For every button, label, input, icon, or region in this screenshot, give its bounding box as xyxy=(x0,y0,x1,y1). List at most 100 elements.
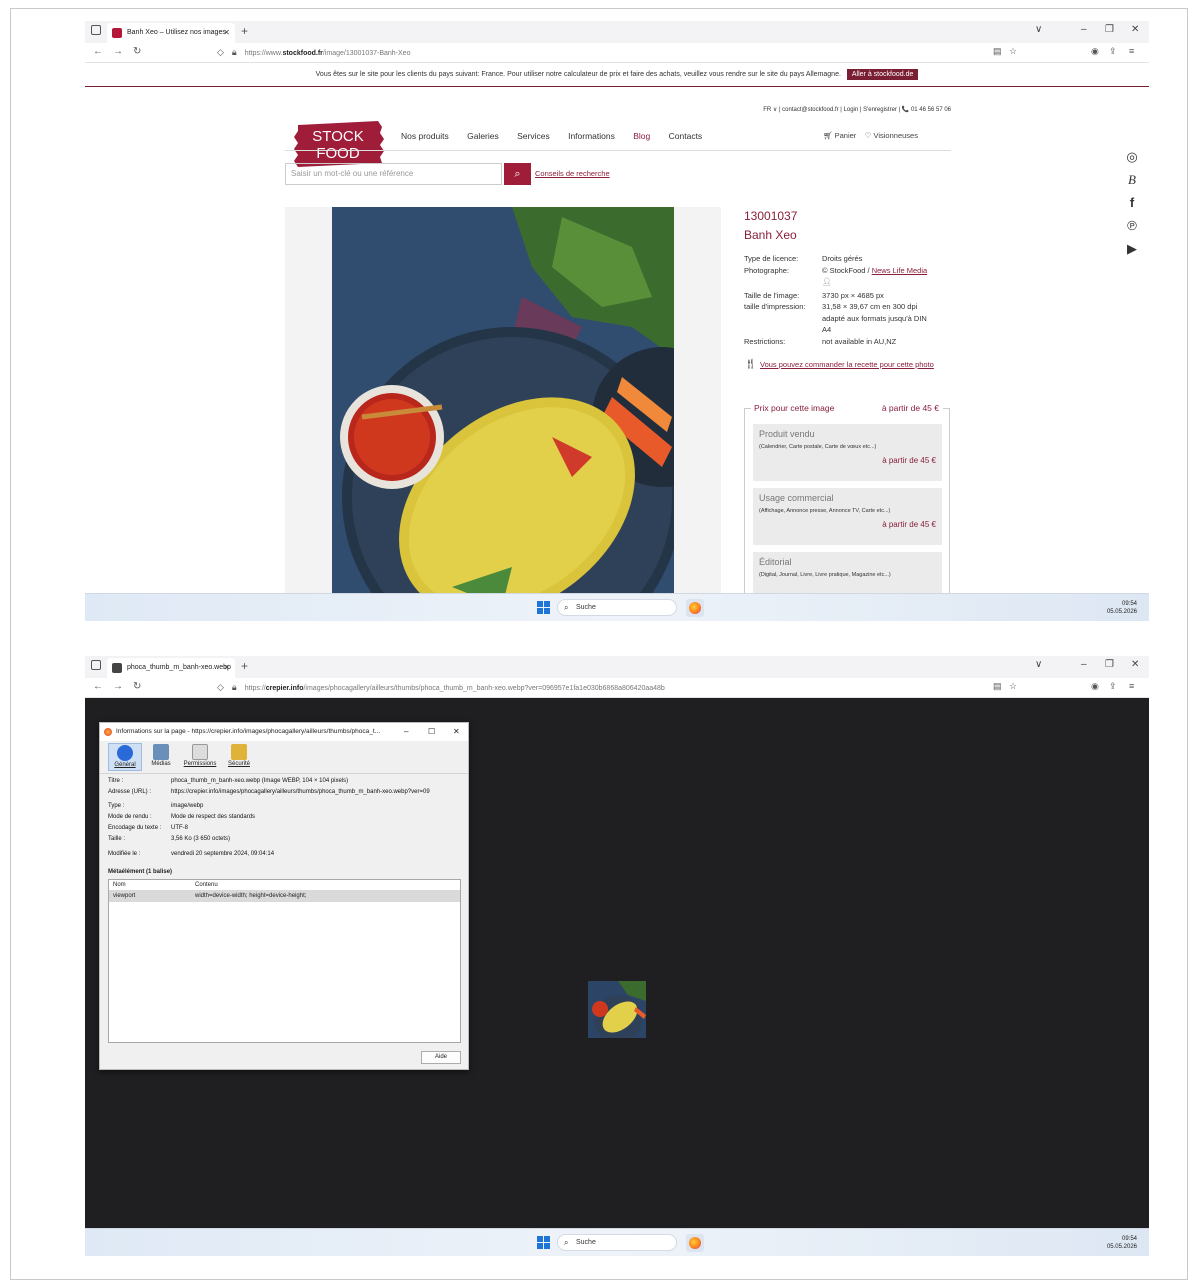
close-tab-icon[interactable]: ✕ xyxy=(223,23,230,43)
address-field[interactable]: ◇ 🔒︎ https://crepier.info/images/phocagall… xyxy=(217,681,665,695)
tab-medias-label: Médias xyxy=(151,761,171,767)
table-row[interactable]: viewport width=device-width; height=devi… xyxy=(109,891,460,902)
cart-icon[interactable]: 🛒︎ xyxy=(823,131,833,140)
photographer-link[interactable]: News Life Media xyxy=(872,266,927,275)
nav-item-produits[interactable]: Nos produits xyxy=(401,131,449,141)
meta-table[interactable]: Nom Contenu viewport width=device-width;… xyxy=(108,879,461,1043)
tab-bar: Banh Xeo – Utilisez nos images ✕ + ∨ – ❐… xyxy=(85,21,1149,43)
info-icon xyxy=(117,745,133,761)
tab-crepier[interactable]: phoca_thumb_m_banh-xeo.webp ✕ xyxy=(107,658,235,678)
blog-b-icon[interactable]: B xyxy=(1125,172,1139,195)
pinterest-icon[interactable]: ℗ xyxy=(1125,218,1139,241)
firefox-taskbar-button[interactable] xyxy=(686,1234,704,1252)
shield-icon: ◇ xyxy=(217,47,224,57)
account-icon[interactable]: ◉ xyxy=(1091,681,1099,692)
main-nav: Nos produits Galeries Services Informati… xyxy=(401,131,718,141)
social-links: ◎ B f ℗ ▶ xyxy=(1125,149,1139,264)
reload-icon[interactable]: ↻ xyxy=(133,681,141,692)
bookmark-star-icon[interactable]: ☆ xyxy=(1009,46,1017,57)
firefox-taskbar-button[interactable] xyxy=(686,599,704,617)
heart-icon[interactable]: ♡ xyxy=(865,131,872,140)
close-tab-icon[interactable]: ✕ xyxy=(223,658,230,678)
tab-overflow-chevron-icon[interactable]: ∨ xyxy=(1035,659,1042,670)
dialog-maximize-icon[interactable]: ☐ xyxy=(428,727,435,736)
reader-view-icon[interactable]: ▤ xyxy=(993,46,1002,57)
nav-item-galeries[interactable]: Galeries xyxy=(467,131,499,141)
windows-start-icon[interactable] xyxy=(537,1236,550,1249)
tab-stockfood[interactable]: Banh Xeo – Utilisez nos images ✕ xyxy=(107,23,235,43)
url-host: crepier.info xyxy=(265,685,304,692)
tab-overflow-chevron-icon[interactable]: ∨ xyxy=(1035,24,1042,35)
price-box: Prix pour cette image à partir de 45 € P… xyxy=(744,403,950,621)
nav-item-informations[interactable]: Informations xyxy=(568,131,615,141)
cutlery-icon: 🍴︎ xyxy=(744,359,757,370)
stockfood-logo[interactable]: STOCK FOOD xyxy=(290,119,386,169)
help-button[interactable]: Aide xyxy=(421,1051,461,1064)
close-window-icon[interactable]: ✕ xyxy=(1131,659,1139,670)
tab-general[interactable]: Général xyxy=(108,743,142,771)
restrictions-label: Restrictions: xyxy=(744,337,786,346)
new-tab-icon[interactable]: + xyxy=(241,659,248,673)
taskbar-search-label: Suche xyxy=(576,604,596,611)
system-clock[interactable]: 09:54 05.05.2026 xyxy=(1107,1235,1137,1251)
reader-view-icon[interactable]: ▤ xyxy=(993,681,1002,692)
print-size-label: taille d'impression: xyxy=(744,302,806,311)
new-tab-icon[interactable]: + xyxy=(241,24,248,38)
taskbar-search[interactable]: ⌕ Suche xyxy=(557,599,677,616)
back-icon[interactable]: ← xyxy=(93,46,103,57)
instagram-icon[interactable]: ◎ xyxy=(1125,149,1139,172)
minimize-icon[interactable]: – xyxy=(1081,659,1087,670)
column-name[interactable]: Nom xyxy=(113,882,126,888)
dialog-minimize-icon[interactable]: – xyxy=(404,727,408,736)
media-icon xyxy=(153,744,169,760)
person-icon: 👤︎ xyxy=(822,277,832,286)
image-title: Banh Xeo xyxy=(744,228,797,242)
nav-item-services[interactable]: Services xyxy=(517,131,550,141)
facebook-icon[interactable]: f xyxy=(1125,195,1139,218)
search-input[interactable]: Saisir un mot-clé ou une référence xyxy=(285,163,502,185)
forward-icon[interactable]: → xyxy=(113,46,123,57)
price-card-produit[interactable]: Produit vendu (Calendrier, Carte postale… xyxy=(753,424,942,481)
address-field[interactable]: ◇ 🔒︎ https://www.stockfood.fr/image/130010… xyxy=(217,46,410,60)
restore-icon[interactable]: ❐ xyxy=(1105,24,1114,35)
recipe-link[interactable]: Vous pouvez commander la recette pour ce… xyxy=(760,359,940,370)
reload-icon[interactable]: ↻ xyxy=(133,46,141,57)
thumbnail-image[interactable] xyxy=(588,981,646,1038)
banh-xeo-photo[interactable] xyxy=(332,207,674,621)
tab-permissions[interactable]: Permissions xyxy=(180,743,220,771)
taskbar-search[interactable]: ⌕ Suche xyxy=(557,1234,677,1251)
back-icon[interactable]: ← xyxy=(93,681,103,692)
go-to-stockfood-de-button[interactable]: Aller à stockfood.de xyxy=(846,69,919,80)
viewers-link[interactable]: Visionneuses xyxy=(873,131,917,140)
extensions-icon[interactable]: ⇪ xyxy=(1109,46,1117,57)
dialog-close-icon[interactable]: ✕ xyxy=(453,727,460,736)
restore-icon[interactable]: ❐ xyxy=(1105,659,1114,670)
bookmark-star-icon[interactable]: ☆ xyxy=(1009,681,1017,692)
photographer-value: © StockFood / xyxy=(822,266,872,275)
tab-list-icon[interactable] xyxy=(91,25,101,35)
account-icon[interactable]: ◉ xyxy=(1091,46,1099,57)
nav-item-blog[interactable]: Blog xyxy=(633,131,650,141)
cart-link[interactable]: Panier xyxy=(835,131,857,140)
youtube-icon[interactable]: ▶ xyxy=(1125,241,1139,264)
tab-medias[interactable]: Médias xyxy=(144,743,178,771)
tab-list-icon[interactable] xyxy=(91,660,101,670)
top-info-bar[interactable]: FR ∨ | contact@stockfood.fr | Login | S'… xyxy=(763,106,951,113)
system-clock[interactable]: 09:54 05.05.2026 xyxy=(1107,600,1137,616)
extensions-icon[interactable]: ⇪ xyxy=(1109,681,1117,692)
tab-securite[interactable]: Sécurité xyxy=(222,743,256,771)
search-icon: ⌕ xyxy=(564,603,569,612)
windows-start-icon[interactable] xyxy=(537,601,550,614)
search-icon: ⌕ xyxy=(564,1238,569,1247)
search-tips-link[interactable]: Conseils de recherche xyxy=(535,169,610,178)
column-content[interactable]: Contenu xyxy=(195,882,218,888)
nav-item-contacts[interactable]: Contacts xyxy=(669,131,703,141)
price-card-commercial[interactable]: Usage commercial (Affichage, Annonce pre… xyxy=(753,488,942,545)
close-window-icon[interactable]: ✕ xyxy=(1131,24,1139,35)
menu-icon[interactable]: ≡ xyxy=(1129,681,1134,691)
minimize-icon[interactable]: – xyxy=(1081,24,1087,35)
search-button[interactable]: ⌕ xyxy=(504,163,531,185)
menu-icon[interactable]: ≡ xyxy=(1129,46,1134,56)
license-label: Type de licence: xyxy=(744,254,799,263)
forward-icon[interactable]: → xyxy=(113,681,123,692)
